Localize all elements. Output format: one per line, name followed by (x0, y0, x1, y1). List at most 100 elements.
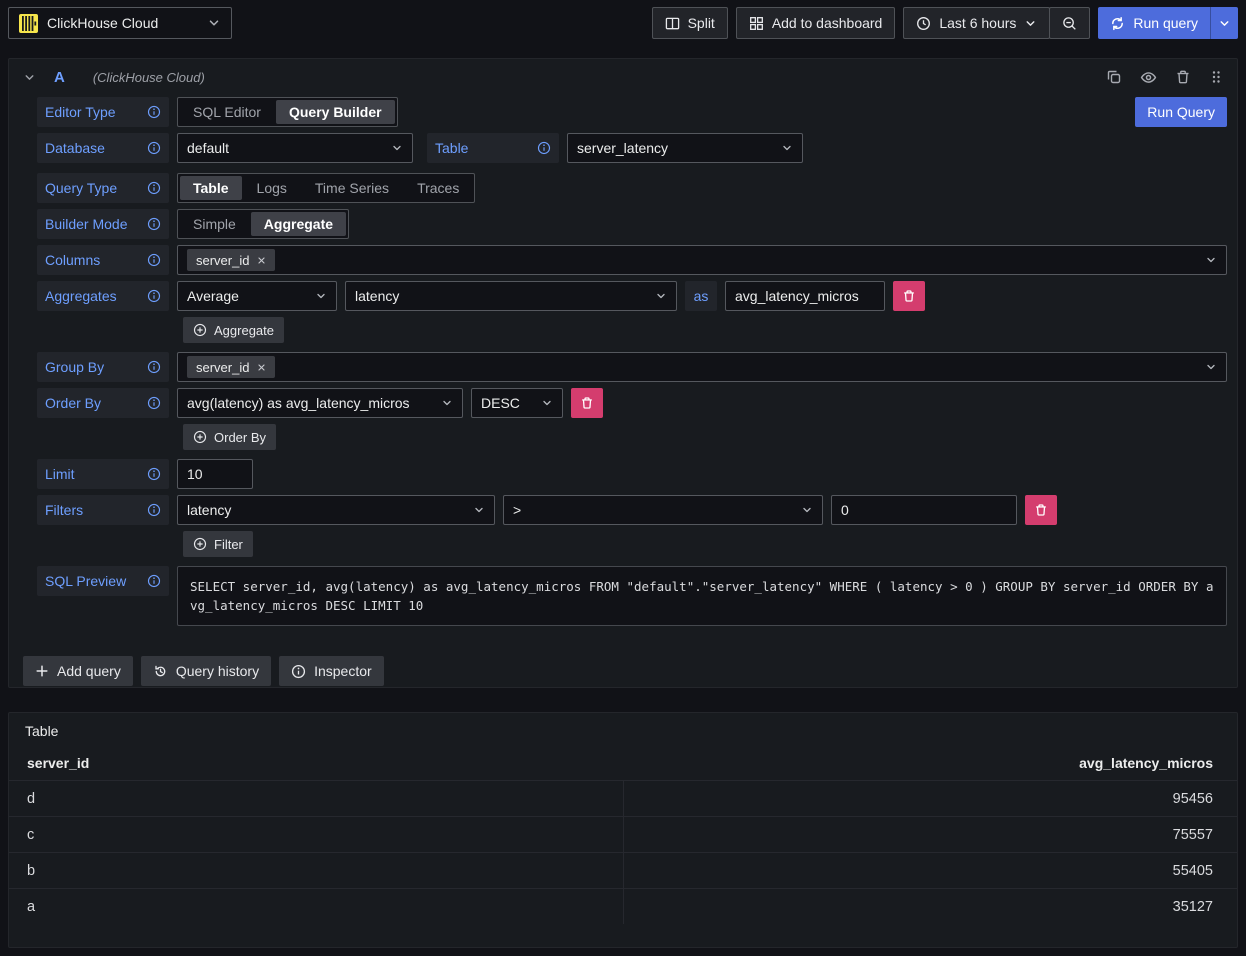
column-header-avg-latency-micros[interactable]: avg_latency_micros (623, 755, 1237, 771)
time-picker-group: Last 6 hours (903, 7, 1090, 39)
sql-preview-label: SQL Preview (37, 566, 169, 596)
database-table-row: Database default Table server_latency (37, 133, 1227, 163)
explore-page: ClickHouse Cloud Split Add to dashboard (0, 0, 1246, 948)
add-aggregate-button[interactable]: Aggregate (183, 317, 284, 343)
remove-aggregate-button[interactable] (893, 281, 925, 311)
chevron-down-icon (1024, 17, 1037, 30)
sync-icon (1110, 16, 1125, 31)
query-type-toggle: Table Logs Time Series Traces (177, 173, 475, 203)
database-select[interactable]: default (177, 133, 413, 163)
add-query-button[interactable]: Add query (23, 656, 133, 686)
table-result-panel: Table server_id avg_latency_micros d 954… (8, 712, 1238, 948)
column-header-server-id[interactable]: server_id (9, 755, 623, 771)
order-by-label: Order By (37, 388, 169, 418)
editor-type-sql-editor[interactable]: SQL Editor (180, 100, 274, 124)
drag-handle-icon[interactable] (1209, 69, 1223, 85)
group-by-label: Group By (37, 352, 169, 382)
aggregate-alias-input[interactable] (725, 281, 885, 311)
limit-input[interactable] (177, 459, 253, 489)
query-type-row: Query Type Table Logs Time Series Traces (37, 173, 1227, 203)
order-by-field-select[interactable]: avg(latency) as avg_latency_micros (177, 388, 463, 418)
builder-mode-row: Builder Mode Simple Aggregate (37, 209, 1227, 239)
zoom-out-time-button[interactable] (1049, 7, 1090, 39)
query-ref-id: A (54, 69, 65, 86)
filter-operator-select[interactable]: > (503, 495, 823, 525)
columns-multiselect[interactable]: server_id (177, 245, 1227, 275)
remove-tag-icon[interactable] (257, 363, 266, 372)
as-keyword-label: as (685, 281, 717, 311)
info-icon[interactable] (147, 289, 161, 303)
query-editor-panel: A (ClickHouse Cloud) Run Query (8, 58, 1238, 688)
eye-icon[interactable] (1140, 69, 1157, 86)
group-by-multiselect[interactable]: server_id (177, 352, 1227, 382)
split-button[interactable]: Split (652, 7, 728, 39)
datasource-picker[interactable]: ClickHouse Cloud (8, 7, 232, 39)
limit-label: Limit (37, 459, 169, 489)
panel-run-query-button[interactable]: Run Query (1135, 97, 1227, 127)
info-icon[interactable] (147, 181, 161, 195)
info-icon[interactable] (147, 396, 161, 410)
info-icon[interactable] (147, 574, 161, 588)
remove-tag-icon[interactable] (257, 256, 266, 265)
query-type-traces[interactable]: Traces (404, 176, 472, 200)
cell-avg-latency: 35127 (623, 889, 1237, 924)
collapse-chevron-icon[interactable] (23, 71, 36, 84)
info-icon[interactable] (147, 217, 161, 231)
copy-icon[interactable] (1106, 69, 1122, 85)
info-icon[interactable] (147, 105, 161, 119)
limit-row: Limit (37, 459, 1227, 489)
editor-type-query-builder[interactable]: Query Builder (276, 100, 395, 124)
query-type-table[interactable]: Table (180, 176, 242, 200)
add-filter-button[interactable]: Filter (183, 531, 253, 557)
info-icon[interactable] (537, 141, 551, 155)
builder-mode-simple[interactable]: Simple (180, 212, 249, 236)
order-by-row: Order By avg(latency) as avg_latency_mic… (37, 388, 1227, 418)
info-icon[interactable] (147, 467, 161, 481)
builder-mode-label: Builder Mode (37, 209, 169, 239)
order-by-direction-select[interactable]: DESC (471, 388, 563, 418)
builder-mode-aggregate[interactable]: Aggregate (251, 212, 346, 236)
run-query-button[interactable]: Run query (1098, 7, 1210, 39)
aggregate-function-select[interactable]: Average (177, 281, 337, 311)
table-select[interactable]: server_latency (567, 133, 803, 163)
remove-order-by-button[interactable] (571, 388, 603, 418)
chevron-down-icon (207, 16, 221, 30)
filters-row: Filters latency > (37, 495, 1227, 525)
run-query-options-caret[interactable] (1210, 7, 1238, 39)
filter-column-select[interactable]: latency (177, 495, 495, 525)
remove-filter-button[interactable] (1025, 495, 1057, 525)
cell-avg-latency: 55405 (623, 853, 1237, 888)
history-icon (153, 664, 168, 679)
datasource-hint: (ClickHouse Cloud) (93, 70, 205, 85)
aggregate-column-select[interactable]: latency (345, 281, 677, 311)
info-icon[interactable] (147, 360, 161, 374)
add-order-by-button[interactable]: Order By (183, 424, 276, 450)
panel-title: Table (9, 713, 1237, 745)
query-type-time-series[interactable]: Time Series (302, 176, 402, 200)
plus-circle-icon (193, 430, 207, 444)
trash-icon[interactable] (1175, 69, 1191, 85)
info-icon[interactable] (147, 503, 161, 517)
table-row: a 35127 (9, 888, 1237, 924)
chevron-down-icon (309, 290, 327, 302)
dashboard-grid-icon (749, 16, 764, 31)
info-icon[interactable] (147, 141, 161, 155)
inspector-button[interactable]: Inspector (279, 656, 384, 686)
trash-icon (580, 396, 594, 410)
trash-icon (902, 289, 916, 303)
add-to-dashboard-button[interactable]: Add to dashboard (736, 7, 896, 39)
time-range-picker[interactable]: Last 6 hours (903, 7, 1050, 39)
add-to-dashboard-label: Add to dashboard (772, 15, 883, 31)
group-by-row: Group By server_id (37, 352, 1227, 382)
sql-preview-row: SQL Preview SELECT server_id, avg(latenc… (37, 566, 1227, 626)
query-header-actions (1106, 69, 1223, 86)
chevron-down-icon (535, 397, 553, 409)
info-icon[interactable] (147, 253, 161, 267)
table-header-row: server_id avg_latency_micros (9, 745, 1237, 780)
sql-preview-text: SELECT server_id, avg(latency) as avg_la… (177, 566, 1227, 626)
zoom-out-icon (1062, 16, 1077, 31)
query-type-logs[interactable]: Logs (244, 176, 300, 200)
query-history-button[interactable]: Query history (141, 656, 271, 686)
editor-type-label: Editor Type (37, 97, 169, 127)
filter-value-input[interactable] (831, 495, 1017, 525)
